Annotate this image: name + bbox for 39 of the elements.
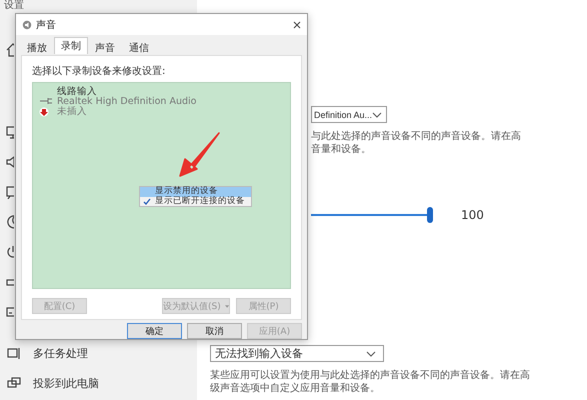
- down-arrow-icon: [39, 107, 49, 117]
- window-title: 设置: [3, 0, 25, 13]
- description-line: 级声音选项中自定义应用音量和设备。: [210, 382, 381, 395]
- device-driver: Realtek High Definition Audio: [57, 97, 198, 107]
- storage-icon: [6, 305, 14, 319]
- device-name: 线路输入: [57, 87, 97, 97]
- menu-item[interactable]: 显示已断开连接的设备: [140, 196, 251, 206]
- close-icon[interactable]: [293, 20, 301, 28]
- tab[interactable]: 录制: [54, 37, 88, 54]
- home-icon: [6, 43, 14, 57]
- tab[interactable]: 通信: [122, 39, 156, 54]
- speaker-icon: [22, 20, 32, 30]
- dialog-button[interactable]: 取消: [187, 323, 242, 339]
- sidebar-item[interactable]: 投影到此电脑: [0, 375, 197, 391]
- description-line: 音量和设备。: [311, 143, 372, 156]
- chevron-down-icon: [372, 112, 382, 118]
- device-status: 未插入: [57, 107, 88, 117]
- multitask-icon: [6, 345, 22, 361]
- device-list[interactable]: 线路输入 Realtek High Definition Audio 未插入 显示禁用的设备 显示已断开连接的设备: [32, 82, 291, 289]
- dialog-button[interactable]: 确定: [127, 323, 182, 339]
- notification-icon: [6, 185, 14, 199]
- tab[interactable]: 播放: [20, 39, 54, 54]
- tab[interactable]: 声音: [88, 39, 122, 54]
- input-device-dropdown[interactable]: 无法找到输入设备: [210, 345, 384, 362]
- description-line: 与此处选择的声音设备不同的声音设备。请在高: [311, 130, 522, 143]
- caret-icon: [224, 304, 229, 308]
- output-device-dropdown[interactable]: Definition Au...: [311, 106, 387, 123]
- dialog-title: 声音: [36, 18, 57, 32]
- chevron-down-icon: [366, 350, 376, 356]
- instruction-text: 选择以下录制设备来修改设置:: [32, 64, 166, 78]
- monitor-icon: [6, 125, 14, 139]
- moon-icon: [6, 215, 14, 229]
- description-line: 某些应用可以设置为使用与此处选择的声音设备不同的声音设备。请在高: [210, 369, 531, 382]
- volume-reading: 100: [461, 208, 484, 222]
- sidebar-item[interactable]: 多任务处理: [0, 345, 197, 361]
- menu-item[interactable]: 显示禁用的设备: [140, 187, 251, 196]
- plug-icon: [39, 97, 53, 105]
- speaker-icon: [6, 155, 14, 169]
- power-icon: [6, 245, 14, 259]
